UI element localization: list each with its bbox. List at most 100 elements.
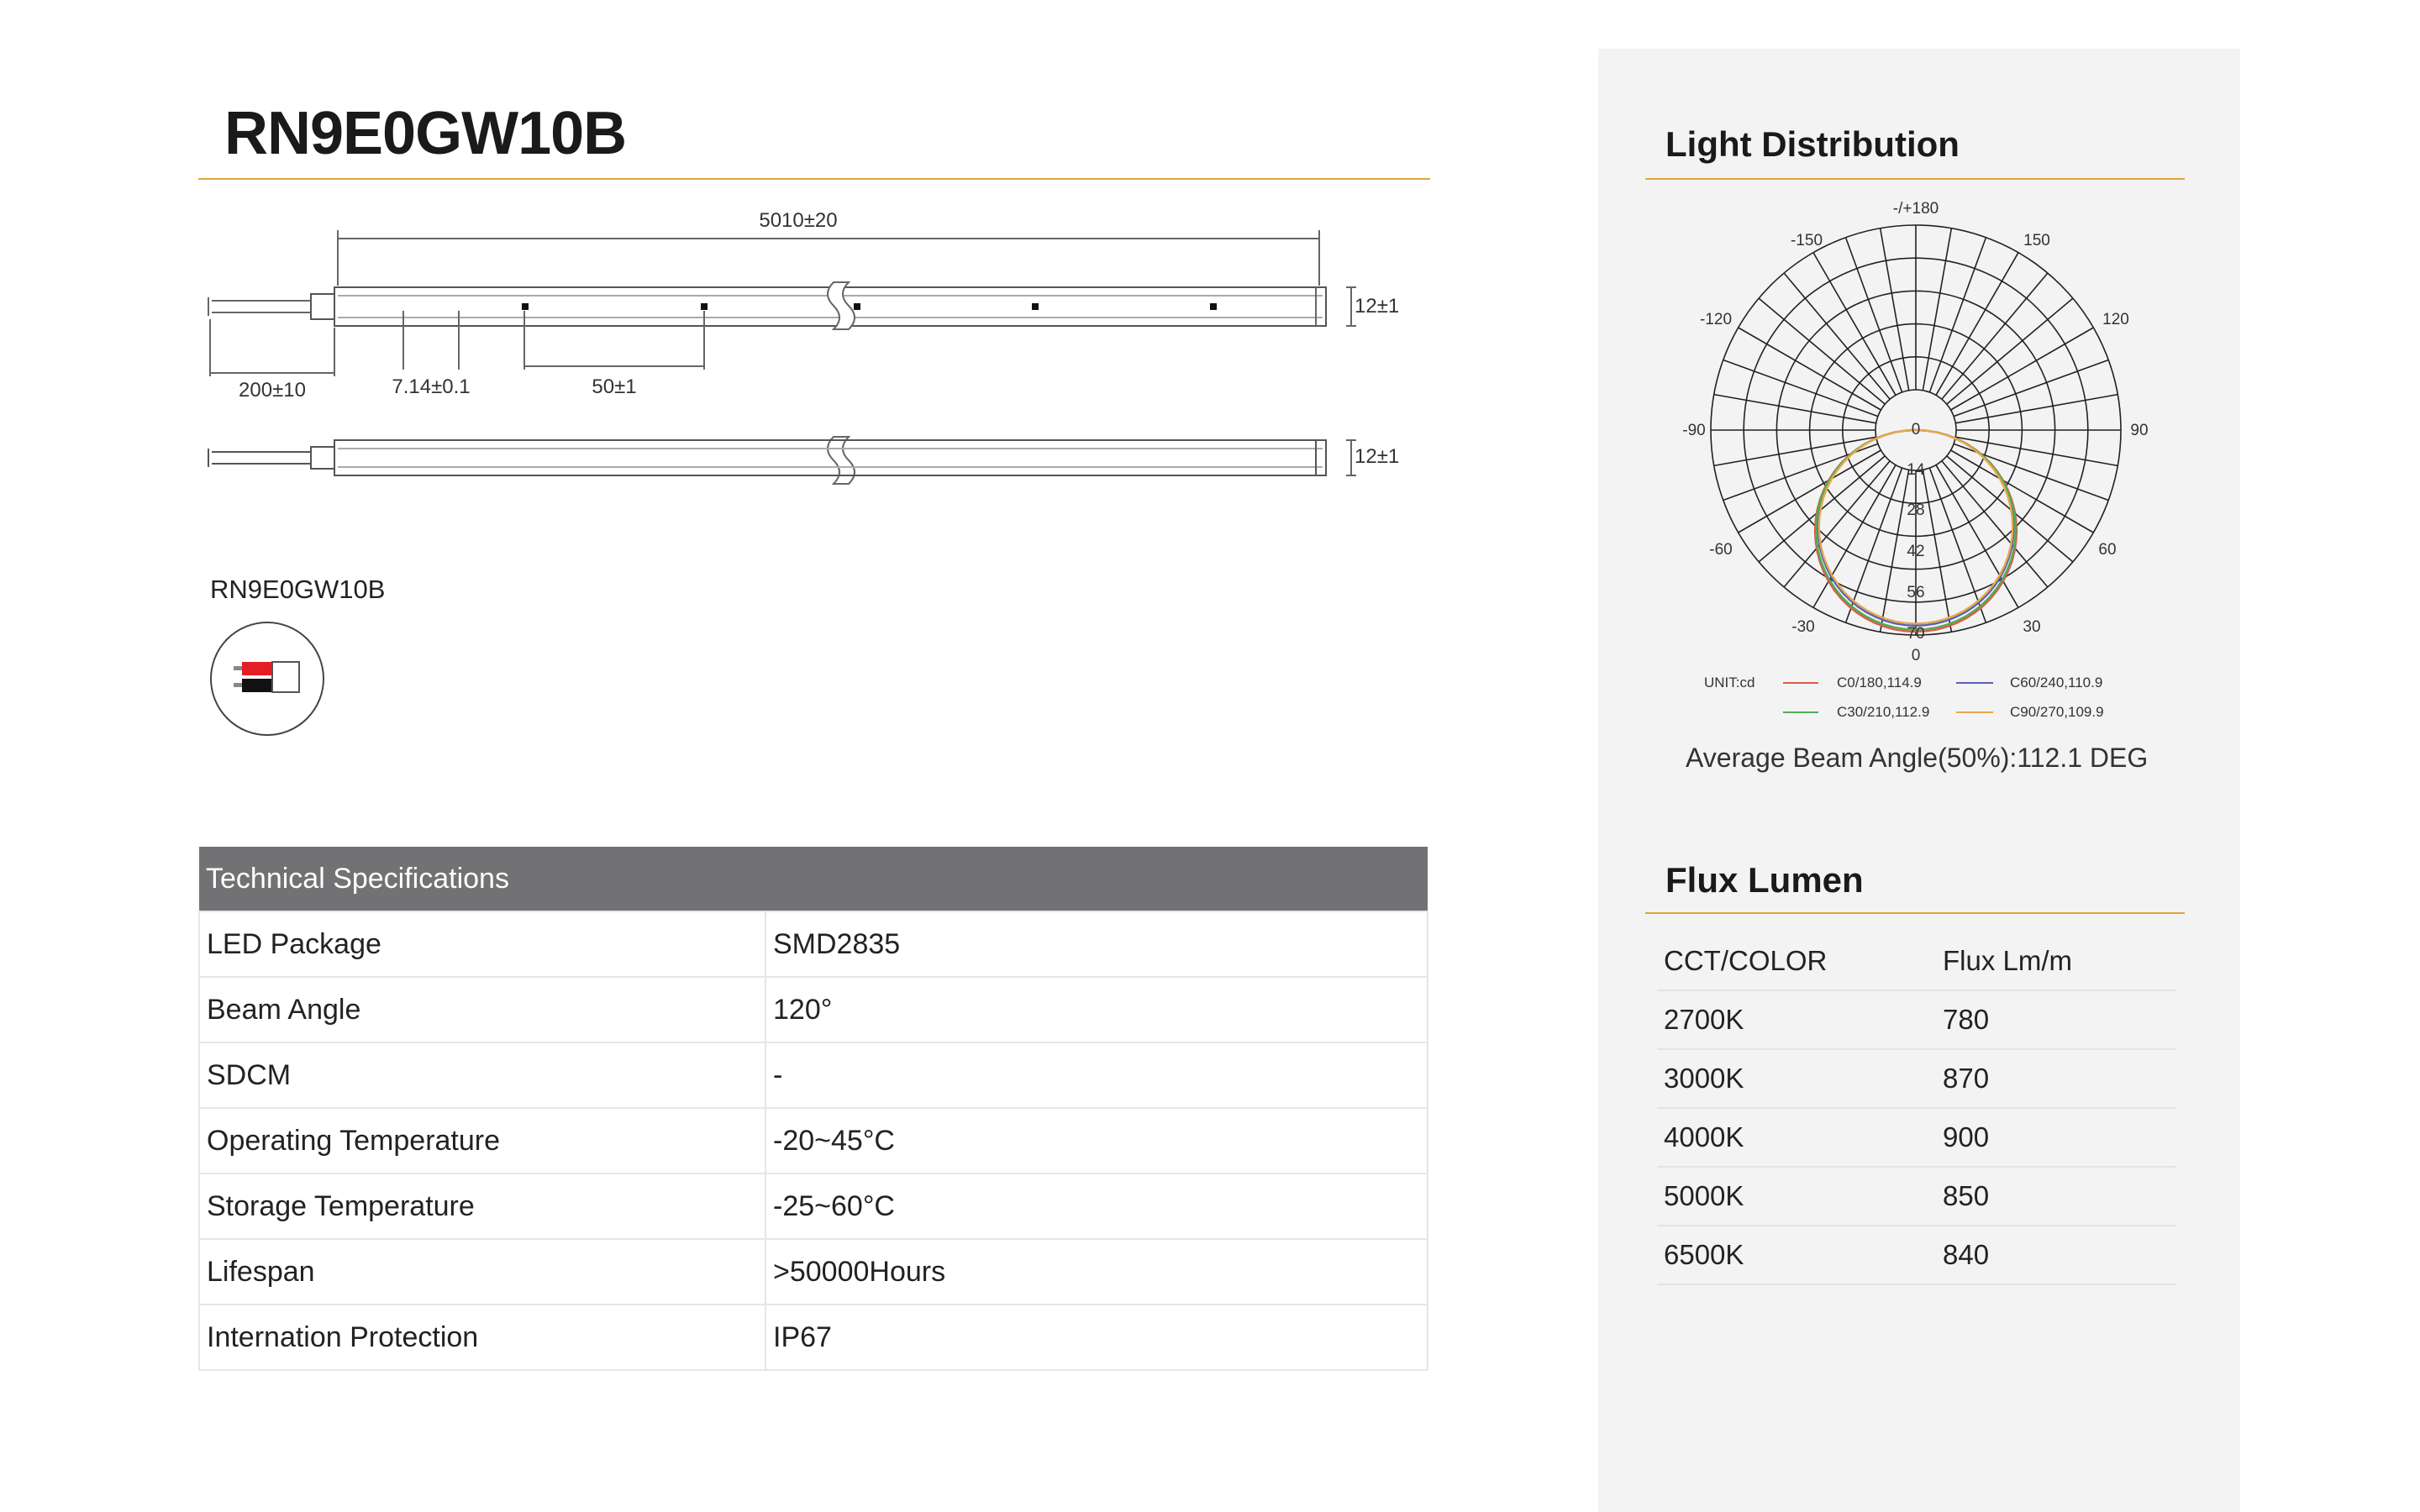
angle-label: -120 — [1700, 311, 1732, 328]
spec-name: SDCM — [198, 1042, 766, 1109]
height-dimension-top: 12±1 — [1355, 295, 1399, 318]
polar-spoke — [1941, 460, 2049, 588]
red-wire-icon — [242, 662, 272, 675]
dimension-drawing: 5010±20 12±1 12±1 200±10 7.14±0.1 50±1 — [208, 209, 1399, 485]
angle-label: 30 — [2023, 618, 2040, 636]
flux-cct: 3000K — [1657, 1049, 1936, 1109]
flux-value: 850 — [1936, 1167, 2176, 1226]
angle-label: 90 — [2130, 422, 2148, 439]
spec-value: -20~45°C — [765, 1107, 1428, 1174]
angle-label: 120 — [2102, 311, 2129, 328]
flux-cct: 5000K — [1657, 1167, 1936, 1226]
polar-spoke — [1783, 272, 1891, 400]
legend-entry: C30/210,112.9 — [1837, 704, 1929, 720]
flux-value: 900 — [1936, 1108, 2176, 1168]
angle-label: 60 — [2098, 541, 2116, 559]
radial-label: 14 — [1907, 461, 1925, 479]
polar-spoke — [1946, 297, 2074, 405]
spec-value: SMD2835 — [765, 911, 1428, 978]
length-dimension: 5010±20 — [759, 209, 837, 232]
table-row: SDCM - — [198, 1042, 1428, 1109]
angle-label: -150 — [1791, 232, 1823, 249]
table-row: 2700K 780 — [1657, 990, 2176, 1050]
spec-value: 120° — [765, 976, 1428, 1043]
average-beam-angle-text: Average Beam Angle(50%):112.1 DEG — [1686, 743, 2149, 773]
table-row: 6500K 840 — [1657, 1226, 2176, 1285]
spec-name: LED Package — [198, 911, 766, 978]
spec-value: >50000Hours — [765, 1238, 1428, 1305]
legend-entry: C90/270,109.9 — [2010, 704, 2104, 720]
page-title: RN9E0GW10B — [224, 100, 627, 167]
flux-cct: 2700K — [1657, 990, 1936, 1050]
angle-label: -90 — [1682, 422, 1705, 439]
polar-spoke — [1713, 393, 1876, 424]
polar-light-distribution-chart: -/+180 -150 150 -120 120 -90 90 -60 60 -… — [1682, 200, 2148, 720]
title-underline — [198, 178, 1430, 180]
radial-label: 42 — [1907, 543, 1924, 560]
flux-value: 780 — [1936, 990, 2176, 1050]
radial-label: 56 — [1907, 584, 1924, 601]
angle-label: -30 — [1791, 618, 1814, 636]
radial-label: 70 — [1907, 625, 1924, 643]
polar-spoke — [1879, 470, 1910, 633]
angle-label: 0 — [1912, 647, 1921, 664]
spec-name: Storage Temperature — [198, 1173, 766, 1240]
spec-value: - — [765, 1042, 1428, 1109]
spec-value: IP67 — [765, 1304, 1428, 1371]
angle-label: 150 — [2023, 232, 2050, 249]
radial-label: 28 — [1907, 501, 1924, 519]
flux-lumen-underline — [1645, 912, 2185, 914]
table-row: LED Package SMD2835 — [198, 911, 1428, 978]
flux-lumen-table: CCT/COLOR Flux Lm/m 2700K 780 3000K 870 40… — [1657, 932, 2176, 1285]
flux-header-flux: Flux Lm/m — [1936, 932, 2176, 991]
polar-spoke — [1758, 297, 1886, 405]
height-dimension-bottom: 12±1 — [1355, 445, 1399, 468]
polar-spoke — [1844, 467, 1903, 623]
flux-header-cct: CCT/COLOR — [1657, 932, 1936, 991]
polar-spoke — [1879, 228, 1910, 391]
angle-label: -60 — [1709, 541, 1732, 559]
polar-spoke — [1723, 359, 1879, 417]
flux-cct: 4000K — [1657, 1108, 1936, 1168]
pitch-dimension: 7.14±0.1 — [392, 375, 470, 398]
radial-label: 0 — [1912, 421, 1921, 438]
polar-spoke — [1928, 237, 1987, 393]
polar-spoke — [1955, 393, 2118, 424]
table-row: Internation Protection IP67 — [198, 1304, 1428, 1371]
angle-label: -/+180 — [1893, 200, 1939, 218]
light-distribution-title: Light Distribution — [1665, 124, 1960, 164]
unit-label: UNIT:cd — [1704, 675, 1754, 690]
polar-spoke — [1955, 436, 2118, 467]
spec-value: -25~60°C — [765, 1173, 1428, 1240]
polar-spoke — [1922, 228, 1953, 391]
flux-cct: 6500K — [1657, 1226, 1936, 1285]
polar-spoke — [1953, 359, 2109, 417]
wiring-label: RN9E0GW10B — [210, 575, 386, 604]
technical-specifications-table: Technical Specifications LED Package SMD2… — [198, 847, 1428, 1371]
table-row: Operating Temperature -20~45°C — [198, 1107, 1428, 1174]
legend-entry: C60/240,110.9 — [2010, 675, 2102, 690]
spec-name: Operating Temperature — [198, 1107, 766, 1174]
table-row: Beam Angle 120° — [198, 976, 1428, 1043]
polar-spoke — [1941, 272, 2049, 400]
table-row: 3000K 870 — [1657, 1049, 2176, 1109]
lead-dimension: 200±10 — [239, 379, 306, 402]
polar-spoke — [1713, 436, 1876, 467]
table-row: Storage Temperature -25~60°C — [198, 1173, 1428, 1240]
spec-name: Beam Angle — [198, 976, 766, 1043]
spec-table-header: Technical Specifications — [199, 847, 1428, 911]
table-row: Lifespan >50000Hours — [198, 1238, 1428, 1305]
flux-lumen-title: Flux Lumen — [1665, 860, 1864, 900]
flux-value: 840 — [1936, 1226, 2176, 1285]
spec-name: Internation Protection — [198, 1304, 766, 1371]
spec-name: Lifespan — [198, 1238, 766, 1305]
flux-value: 870 — [1936, 1049, 2176, 1109]
table-row: 5000K 850 — [1657, 1167, 2176, 1226]
polar-spoke — [1844, 237, 1903, 393]
black-wire-icon — [242, 679, 272, 692]
table-row: 4000K 900 — [1657, 1108, 2176, 1168]
polar-spoke — [1928, 467, 1987, 623]
connector-diagram — [210, 622, 324, 736]
legend-entry: C0/180,114.9 — [1837, 675, 1922, 690]
polar-spoke — [1922, 470, 1953, 633]
